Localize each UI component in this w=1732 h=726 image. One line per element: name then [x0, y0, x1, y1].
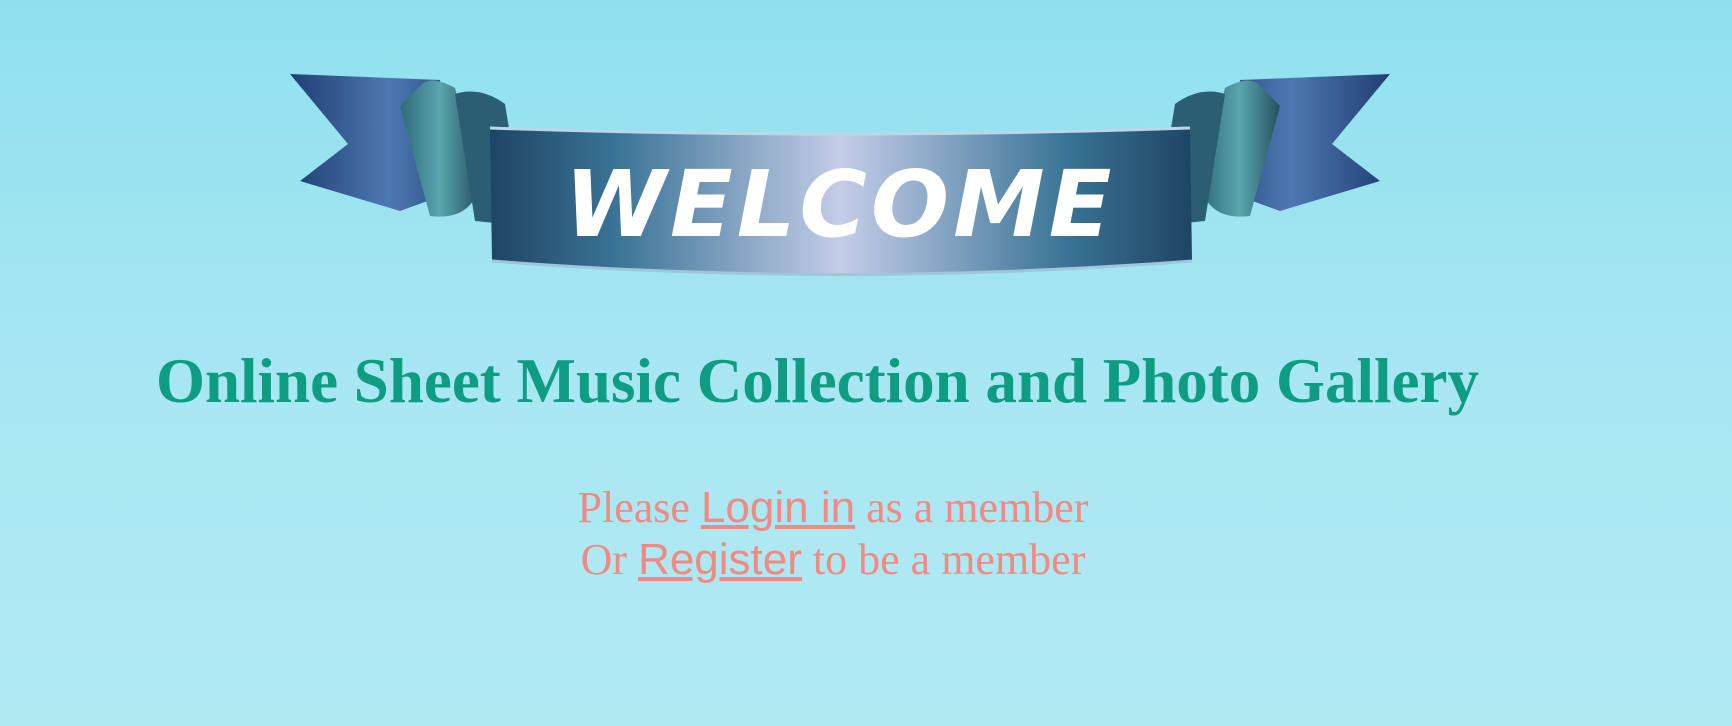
login-suffix: as a member: [866, 483, 1089, 532]
register-prefix: Or: [580, 535, 628, 584]
register-suffix: to be a member: [812, 535, 1086, 584]
login-prefix: Please: [577, 483, 690, 532]
welcome-banner-text: WELCOME: [564, 151, 1115, 258]
register-prompt-line: Or Register to be a member: [0, 534, 1666, 586]
welcome-ribbon-graphic: WELCOME: [290, 74, 1390, 276]
login-link[interactable]: Login in: [701, 483, 855, 532]
login-prompt-line: Please Login in as a member: [0, 482, 1666, 534]
top-decorative-border: [0, 0, 1732, 10]
register-link[interactable]: Register: [638, 535, 802, 584]
welcome-banner: WELCOME: [280, 66, 1400, 291]
page-title: Online Sheet Music Collection and Photo …: [156, 346, 1479, 416]
member-prompt: Please Login in as a member Or Register …: [0, 482, 1666, 586]
